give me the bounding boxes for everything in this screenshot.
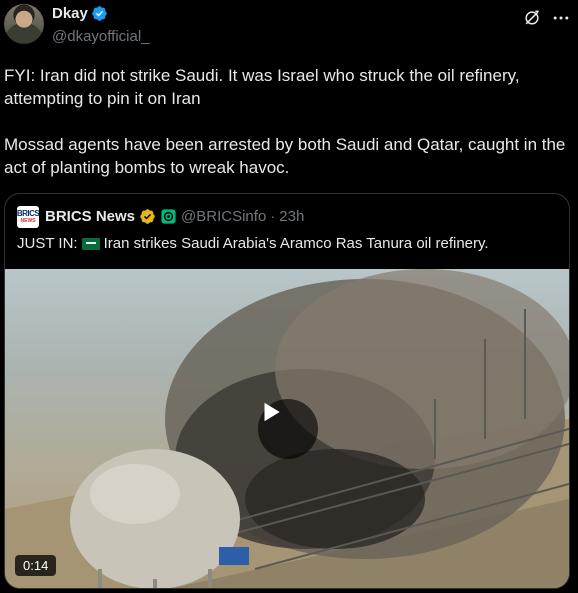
- avatar[interactable]: [4, 4, 44, 44]
- quoted-tweet[interactable]: BRICS NEWS BRICS News @BRICSinfo · 23h J…: [4, 193, 570, 589]
- quoted-avatar-text-bottom: NEWS: [20, 218, 36, 224]
- affiliate-badge-icon: [161, 209, 176, 224]
- tweet-paragraph-1: FYI: Iran did not strike Saudi. It was I…: [4, 66, 520, 108]
- quoted-text: JUST IN: Iran strikes Saudi Arabia's Ara…: [17, 235, 489, 252]
- quoted-avatar[interactable]: BRICS NEWS: [17, 206, 39, 228]
- quoted-timestamp[interactable]: 23h: [279, 208, 304, 225]
- video-duration: 0:14: [15, 555, 57, 576]
- verified-badge-icon: [92, 6, 107, 21]
- quoted-text-prefix: JUST IN:: [17, 235, 78, 252]
- author-display-name[interactable]: Dkay: [52, 5, 88, 22]
- tweet-paragraph-2: Mossad agents have been arrested by both…: [4, 135, 566, 177]
- tweet-text: FYI: Iran did not strike Saudi. It was I…: [4, 64, 572, 179]
- author-name-row: Dkay: [52, 5, 108, 22]
- quoted-avatar-text-top: BRICS: [17, 209, 39, 218]
- quoted-header: BRICS News @BRICSinfo · 23h: [45, 208, 304, 225]
- video-player[interactable]: 0:14: [5, 269, 569, 588]
- author-handle[interactable]: @dkayofficial_: [52, 28, 150, 45]
- play-icon: [264, 402, 280, 422]
- quoted-display-name[interactable]: BRICS News: [45, 208, 135, 225]
- quoted-handle[interactable]: @BRICSinfo: [181, 208, 266, 225]
- gold-verified-badge-icon: [140, 209, 155, 224]
- grok-icon[interactable]: [522, 8, 542, 28]
- quoted-separator: ·: [270, 208, 276, 225]
- more-icon[interactable]: [550, 8, 572, 28]
- play-button[interactable]: [258, 399, 318, 459]
- saudi-flag-icon: [81, 237, 100, 250]
- quoted-text-body: Iran strikes Saudi Arabia's Aramco Ras T…: [103, 235, 489, 252]
- tweet[interactable]: Dkay @dkayofficial_ FYI: Iran did not st…: [0, 0, 578, 593]
